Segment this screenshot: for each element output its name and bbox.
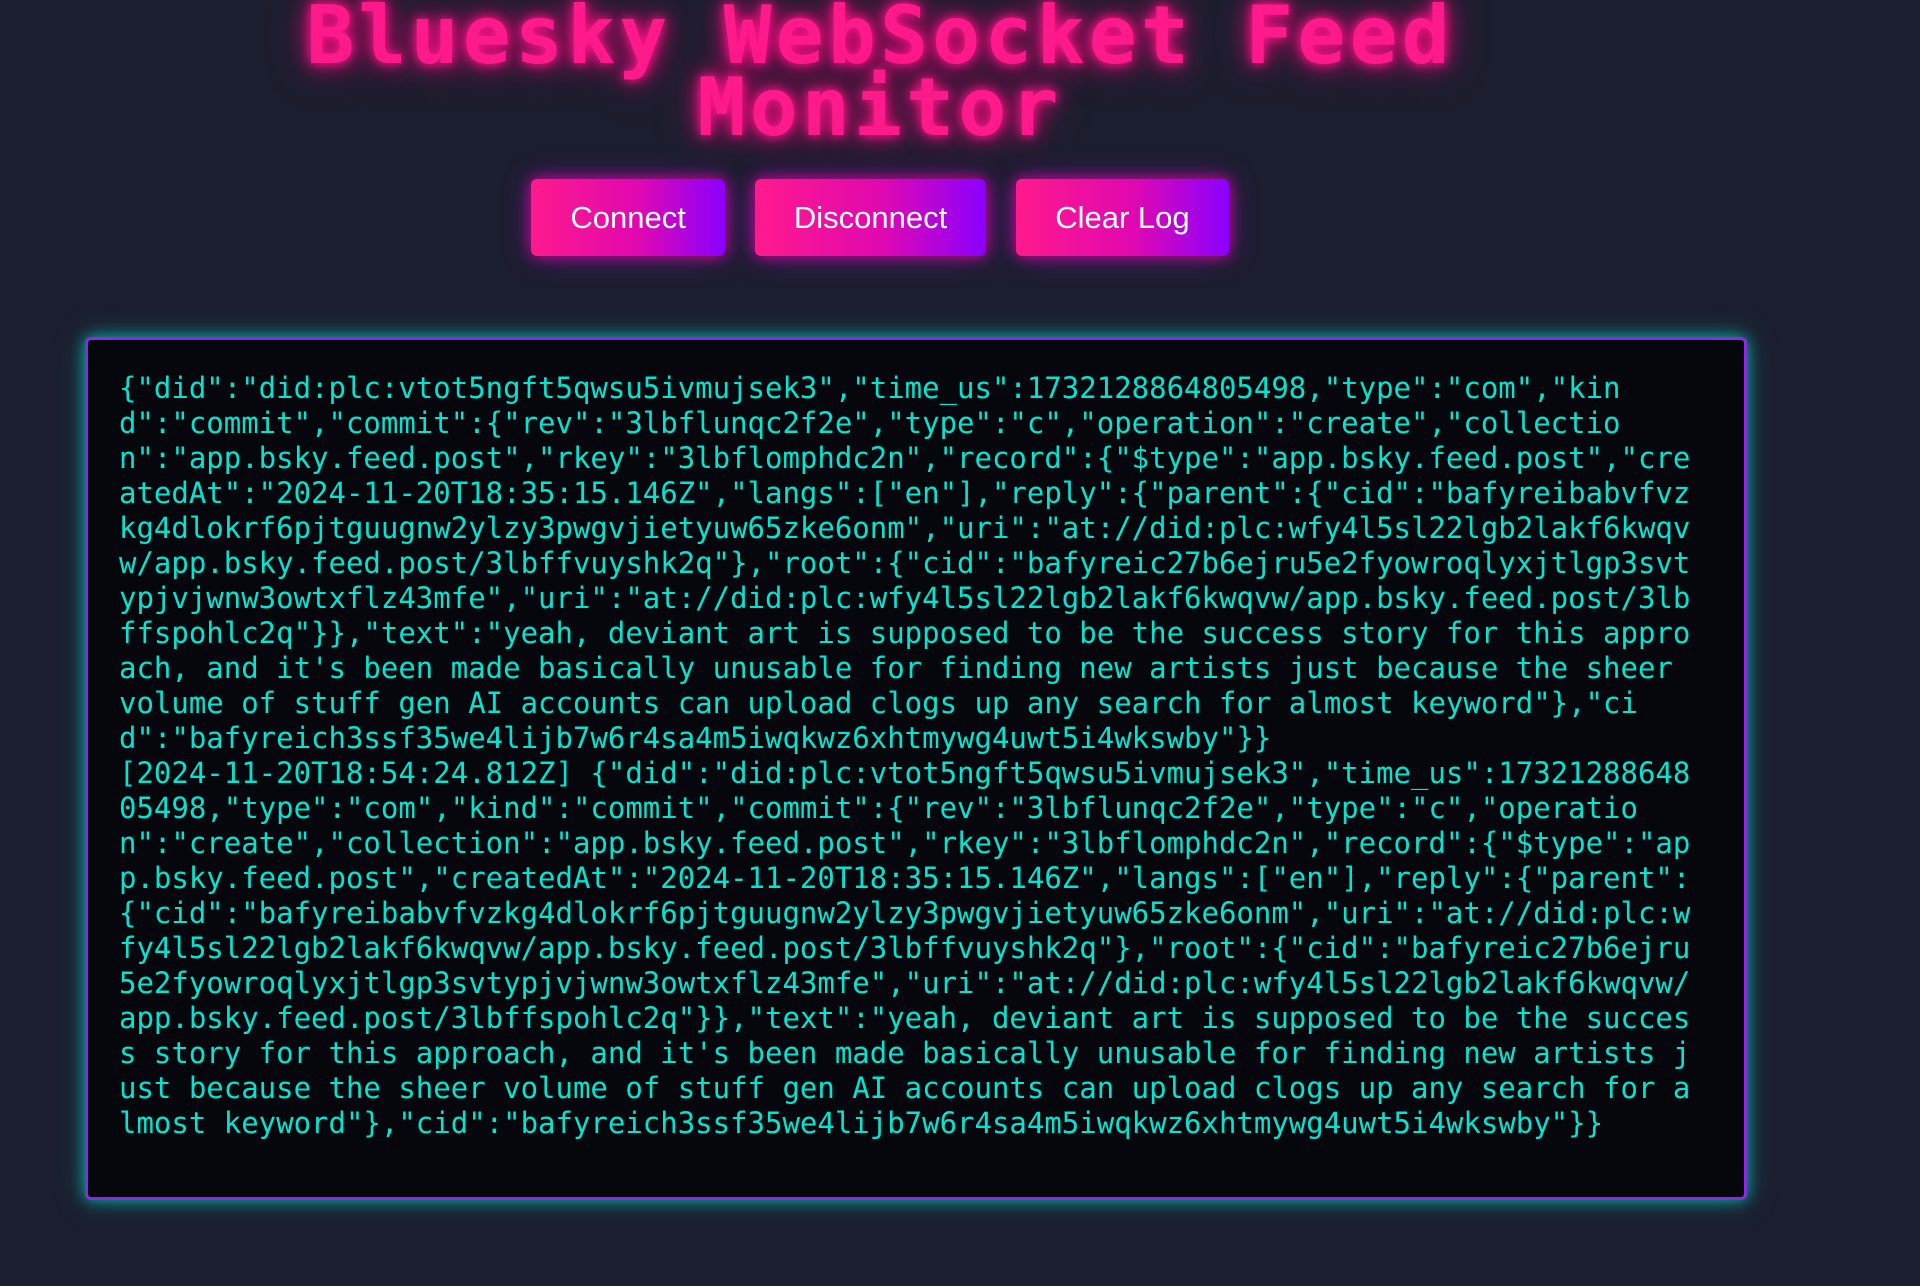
page-title-line-2: Monitor	[697, 61, 1063, 154]
control-buttons: Connect Disconnect Clear Log	[0, 179, 1760, 256]
page-title: Bluesky WebSocket Feed Monitor	[0, 0, 1760, 154]
disconnect-button[interactable]: Disconnect	[754, 179, 987, 256]
log-panel[interactable]: {"did":"did:plc:vtot5ngft5qwsu5ivmujsek3…	[85, 337, 1747, 1200]
connect-button[interactable]: Connect	[531, 179, 725, 256]
clear-log-button[interactable]: Clear Log	[1016, 179, 1229, 256]
log-entry: [2024-11-20T18:54:24.812Z] {"did":"did:p…	[119, 756, 1691, 1140]
log-entry: {"did":"did:plc:vtot5ngft5qwsu5ivmujsek3…	[119, 371, 1691, 755]
log-content: {"did":"did:plc:vtot5ngft5qwsu5ivmujsek3…	[119, 371, 1692, 1141]
